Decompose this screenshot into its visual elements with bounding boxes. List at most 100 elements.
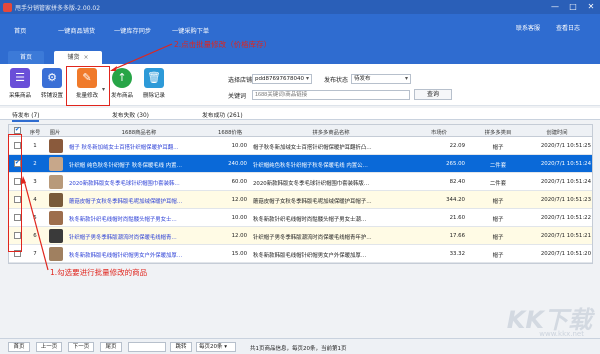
table-row[interactable]: 7 秋冬新款韩版毛线帽针织帽男女户外保暖加厚… 15.00 秋冬新款韩版毛线帽针织帽男… bbox=[9, 245, 592, 263]
row-market-price: 344.20 bbox=[446, 197, 465, 203]
row-1688-title[interactable]: 帽子 秋冬新加绒女士百搭针织帽保暖护耳翻… bbox=[69, 143, 207, 151]
row-1688-title[interactable]: 针织帽 纯色秋冬针织帽子 秋冬保暖毛线 内置… bbox=[69, 161, 207, 169]
row-1688-price: 12.00 bbox=[231, 197, 247, 203]
app-logo-icon bbox=[3, 2, 12, 12]
collect-products-button[interactable]: ☰ 采集商品 bbox=[6, 68, 34, 99]
row-market-price: 82.40 bbox=[449, 179, 465, 185]
table-row[interactable]: 4 蘑菇皮帽子女秋冬季韩版毛呢加绒保暖护耳帽… 12.00 蘑菇皮帽子女秋冬季韩版毛呢… bbox=[9, 191, 592, 209]
subtab-failed-label: 发布失败 bbox=[112, 113, 136, 119]
row-pdd-title: 帽子秋冬新加绒女士百搭针织帽保暖护耳翻折凸… bbox=[253, 145, 372, 151]
col-image: 图片 bbox=[49, 130, 61, 136]
subtab-success[interactable]: 发布成功 (261) bbox=[202, 110, 243, 119]
menu-product-listing[interactable]: 一键商品铺货 bbox=[58, 26, 95, 35]
delete-records-button[interactable]: 🗑 删除记录 bbox=[140, 68, 168, 99]
menu-home[interactable]: 首页 bbox=[14, 26, 26, 35]
table-row[interactable]: 3 2020新款韩版女冬季毛球针织帽围巾套装韩… 60.00 2020新款韩版女冬季毛… bbox=[9, 173, 592, 191]
tab-close-icon[interactable]: × bbox=[83, 54, 88, 61]
col-pdd-category: 拼多多类目 bbox=[484, 130, 512, 136]
search-button[interactable]: 查询 bbox=[414, 89, 452, 100]
tab-listing-label: 铺货 bbox=[67, 54, 80, 61]
product-thumbnail bbox=[49, 211, 63, 225]
maximize-button[interactable]: □ bbox=[566, 2, 580, 12]
row-1688-price: 10.00 bbox=[231, 143, 247, 149]
row-number: 1 bbox=[33, 143, 37, 149]
prev-page-button[interactable]: 上一页 bbox=[36, 342, 62, 352]
tab-home-label: 首页 bbox=[19, 54, 32, 61]
subtab-success-label: 发布成功 bbox=[202, 113, 226, 119]
table-row[interactable]: 2 针织帽 纯色秋冬针织帽子 秋冬保暖毛线 内置… 240.00 针织帽纯色秋冬针织帽… bbox=[9, 155, 592, 173]
row-market-price: 33.32 bbox=[449, 251, 465, 257]
row-created-time: 2020/7/1 10:51:23 bbox=[540, 197, 591, 203]
close-window-button[interactable]: ✕ bbox=[584, 2, 598, 12]
product-thumbnail bbox=[49, 157, 63, 171]
status-label: 发布状态 bbox=[324, 77, 349, 84]
row-1688-title[interactable]: 秋冬新款针织毛线帽时尚骷髅头帽子男女士… bbox=[69, 215, 207, 223]
row-1688-title[interactable]: 蘑菇皮帽子女秋冬季韩版毛呢加绒保暖护耳帽… bbox=[69, 197, 207, 205]
row-created-time: 2020/7/1 10:51:25 bbox=[540, 143, 591, 149]
listing-settings-button[interactable]: ⚙ 转铺设置 bbox=[38, 68, 66, 99]
store-select-value: pdd87697678040 bbox=[255, 76, 304, 82]
row-number: 3 bbox=[33, 179, 37, 185]
publish-products-label: 发布商品 bbox=[110, 93, 133, 99]
page-tabs: 首页 铺货 × bbox=[0, 46, 600, 64]
table-row[interactable]: 1 帽子 秋冬新加绒女士百搭针织帽保暖护耳翻… 10.00 帽子秋冬新加绒女士百搭针织… bbox=[9, 137, 592, 155]
watermark-url: www.kkx.net bbox=[539, 330, 584, 338]
keyword-label: 关键词 bbox=[228, 93, 247, 100]
collect-products-label: 采集商品 bbox=[8, 93, 31, 99]
row-number: 6 bbox=[33, 233, 37, 239]
subtab-failed[interactable]: 发布失败 (30) bbox=[112, 110, 149, 119]
page-size-value: 每页20条 bbox=[199, 344, 223, 350]
keyword-input[interactable] bbox=[252, 90, 410, 100]
row-created-time: 2020/7/1 10:51:21 bbox=[540, 233, 591, 239]
row-pdd-title: 蘑菇皮帽子女秋冬季韩版毛呢加绒保暖护耳帽子… bbox=[253, 199, 372, 205]
last-page-button[interactable]: 尾页 bbox=[100, 342, 122, 352]
select-all-checkbox[interactable] bbox=[14, 126, 21, 134]
row-created-time: 2020/7/1 10:51:24 bbox=[540, 161, 591, 167]
annotation-step2: 2.点击批量修改（价格库存） bbox=[174, 40, 272, 49]
table-row[interactable]: 6 针织帽子男冬季韩版潮流时尚保暖毛线帽青… 12.00 针织帽子男冬季韩版潮流时尚保… bbox=[9, 227, 592, 245]
row-1688-title[interactable]: 针织帽子男冬季韩版潮流时尚保暖毛线帽青… bbox=[69, 233, 207, 241]
table-row[interactable]: 5 秋冬新款针织毛线帽时尚骷髅头帽子男女士… 10.00 秋冬新款针织毛线帽时尚骷髅头… bbox=[9, 209, 592, 227]
view-log-link[interactable]: 查看日志 bbox=[556, 23, 580, 32]
row-pdd-category: 二件套 bbox=[489, 163, 507, 169]
jump-page-button[interactable]: 跳转 bbox=[170, 342, 192, 352]
trash-icon: 🗑 bbox=[144, 68, 164, 88]
tab-listing[interactable]: 铺货 × bbox=[54, 51, 102, 64]
subtab-pending[interactable]: 待发布 (7) bbox=[12, 110, 40, 122]
row-1688-price: 60.00 bbox=[231, 179, 247, 185]
menu-purchase-order[interactable]: 一键采购下单 bbox=[172, 26, 209, 35]
row-1688-price: 12.00 bbox=[231, 233, 247, 239]
row-1688-price: 15.00 bbox=[231, 251, 247, 257]
delete-records-label: 删除记录 bbox=[142, 93, 165, 99]
col-1688-title: 1688商品名称 bbox=[121, 130, 157, 136]
first-page-button[interactable]: 首页 bbox=[8, 342, 30, 352]
tab-home[interactable]: 首页 bbox=[8, 51, 44, 64]
subtab-success-count: (261) bbox=[227, 113, 243, 119]
subtab-pending-count: (7) bbox=[31, 113, 40, 119]
main-menu: 首页 一键商品铺货 一键库存同步 一键采购下单 联系客服 查看日志 bbox=[0, 14, 600, 46]
minimize-button[interactable]: — bbox=[548, 2, 562, 12]
product-thumbnail bbox=[49, 229, 63, 243]
listing-settings-label: 转铺设置 bbox=[40, 93, 63, 99]
row-1688-title[interactable]: 秋冬新款韩版毛线帽针织帽男女户外保暖加厚… bbox=[69, 251, 207, 259]
publish-products-button[interactable]: ↑ 发布商品 bbox=[108, 68, 136, 99]
row-1688-price: 10.00 bbox=[231, 215, 247, 221]
row-created-time: 2020/7/1 10:51:20 bbox=[540, 251, 591, 257]
next-page-button[interactable]: 下一页 bbox=[68, 342, 94, 352]
chevron-down-icon: ▾ bbox=[404, 75, 408, 82]
list-icon: ☰ bbox=[10, 68, 30, 88]
row-pdd-category: 帽子 bbox=[492, 253, 504, 259]
contact-support-link[interactable]: 联系客服 bbox=[516, 23, 540, 32]
row-pdd-title: 秋冬新款针织毛线帽时尚骷髅头帽子男女士潮… bbox=[253, 217, 367, 223]
row-market-price: 17.66 bbox=[449, 233, 465, 239]
row-1688-title[interactable]: 2020新款韩版女冬季毛球针织帽围巾套装韩… bbox=[69, 179, 207, 187]
checkbox-highlight-box bbox=[8, 134, 22, 252]
row-market-price: 21.60 bbox=[449, 215, 465, 221]
status-select[interactable]: 待发布 ▾ bbox=[351, 74, 411, 84]
store-label: 选择店铺 bbox=[228, 77, 253, 84]
page-number-input[interactable] bbox=[128, 342, 166, 352]
page-size-select[interactable]: 每页20条 ▾ bbox=[196, 342, 236, 352]
store-select[interactable]: pdd87697678040 ▾ bbox=[252, 74, 312, 84]
product-table: 序号 图片 1688商品名称 1688价格 拼多多商品名称 市场价 拼多多类目 … bbox=[8, 124, 593, 264]
menu-stock-sync[interactable]: 一键库存同步 bbox=[114, 26, 151, 35]
